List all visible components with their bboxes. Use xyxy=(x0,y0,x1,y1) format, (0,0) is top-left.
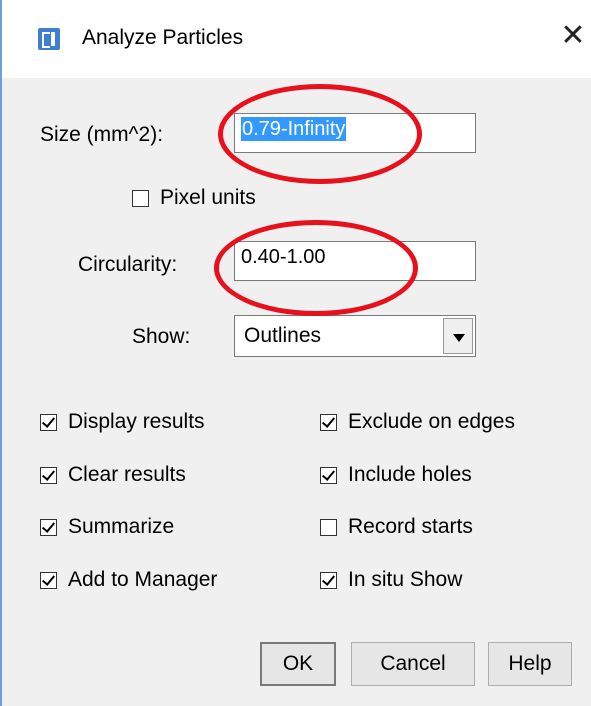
chevron-down-icon[interactable] xyxy=(443,318,473,354)
exclude-on-edges-checkbox[interactable]: Exclude on edges xyxy=(320,410,515,434)
record-starts-box[interactable] xyxy=(320,518,337,536)
size-label: Size (mm^2): xyxy=(40,123,164,146)
exclude-on-edges-box[interactable] xyxy=(320,413,337,431)
record-starts-label: Record starts xyxy=(348,515,473,538)
size-input[interactable]: 0.79-Infinity xyxy=(234,113,476,153)
circularity-input-value: 0.40-1.00 xyxy=(241,246,326,268)
display-results-label: Display results xyxy=(68,410,205,433)
in-situ-show-box[interactable] xyxy=(320,571,337,589)
pixel-units-box[interactable] xyxy=(132,189,149,207)
summarize-box[interactable] xyxy=(40,518,57,536)
circularity-input[interactable]: 0.40-1.00 xyxy=(234,241,476,281)
clear-results-box[interactable] xyxy=(40,466,57,484)
add-to-manager-label: Add to Manager xyxy=(68,568,218,591)
show-label: Show: xyxy=(132,325,191,348)
show-dropdown[interactable]: Outlines xyxy=(234,315,476,357)
exclude-on-edges-label: Exclude on edges xyxy=(348,410,515,433)
clear-results-label: Clear results xyxy=(68,463,186,486)
title-bar: Analyze Particles ✕ xyxy=(2,0,591,78)
analyze-particles-dialog: Analyze Particles ✕ Size (mm^2): 0.79-In… xyxy=(0,0,591,706)
summarize-label: Summarize xyxy=(68,515,175,538)
ok-button[interactable]: OK xyxy=(260,642,336,686)
display-results-box[interactable] xyxy=(40,413,57,431)
add-to-manager-box[interactable] xyxy=(40,571,57,589)
add-to-manager-checkbox[interactable]: Add to Manager xyxy=(40,568,217,592)
close-button[interactable]: ✕ xyxy=(553,14,591,58)
include-holes-label: Include holes xyxy=(348,463,472,486)
summarize-checkbox[interactable]: Summarize xyxy=(40,515,174,539)
imagej-icon xyxy=(38,28,60,50)
include-holes-box[interactable] xyxy=(320,466,337,484)
cancel-button[interactable]: Cancel xyxy=(351,642,475,686)
help-button[interactable]: Help xyxy=(488,642,572,686)
in-situ-show-checkbox[interactable]: In situ Show xyxy=(320,568,462,592)
pixel-units-label: Pixel units xyxy=(160,186,256,209)
display-results-checkbox[interactable]: Display results xyxy=(40,410,205,434)
show-dropdown-value: Outlines xyxy=(244,324,322,347)
size-input-value: 0.79-Infinity xyxy=(241,117,347,141)
clear-results-checkbox[interactable]: Clear results xyxy=(40,463,186,487)
in-situ-show-label: In situ Show xyxy=(348,568,463,591)
pixel-units-checkbox[interactable]: Pixel units xyxy=(132,186,256,210)
include-holes-checkbox[interactable]: Include holes xyxy=(320,463,472,487)
record-starts-checkbox[interactable]: Record starts xyxy=(320,515,473,539)
circularity-label: Circularity: xyxy=(78,253,178,276)
window-title: Analyze Particles xyxy=(82,26,244,49)
